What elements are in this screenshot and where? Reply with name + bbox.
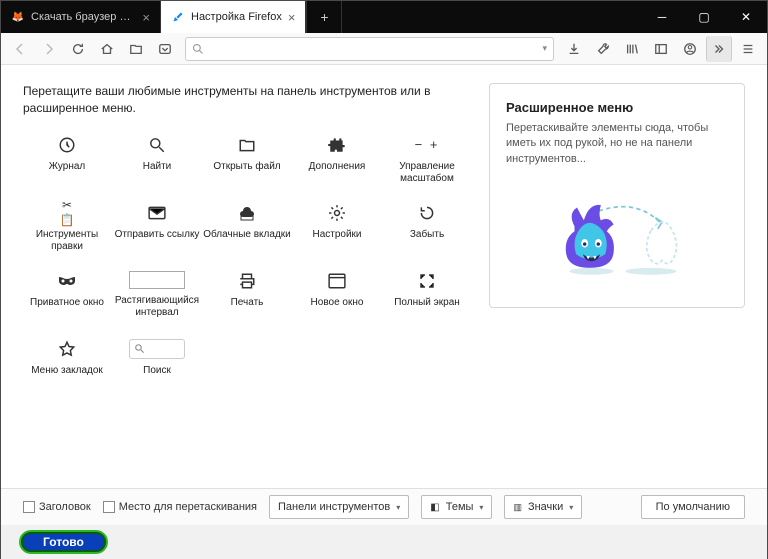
searchbox-icon [129,339,185,359]
minimize-button[interactable]: ─ [641,1,683,33]
tool-grid: Журнал Найти Открыть файл Дополнения − +… [23,135,471,389]
new-tab-button[interactable]: + [306,1,342,33]
account-button[interactable] [677,36,703,62]
firefox-icon: 🦊 [11,10,25,24]
navigation-toolbar: ▾ [1,33,767,65]
checkbox-icon [103,501,115,513]
close-icon[interactable]: × [142,10,150,25]
checkbox-icon [23,501,35,513]
tool-synced-tabs[interactable]: Облачные вкладки [203,203,291,253]
overflow-title: Расширенное меню [506,100,728,115]
overflow-description: Перетаскивайте элементы сюда, чтобы имет… [506,121,728,167]
title-bar-checkbox[interactable]: Заголовок [23,501,91,513]
downloads-button[interactable] [561,36,587,62]
url-bar[interactable]: ▾ [185,37,554,61]
toolbars-dropdown[interactable]: Панели инструментов▾ [269,495,409,519]
back-button[interactable] [7,36,33,62]
tool-private[interactable]: Приватное окно [23,271,111,321]
tool-send-link[interactable]: Отправить ссылку [113,203,201,253]
done-button[interactable]: Готово [19,530,108,554]
footer-done-row: Готово [1,525,767,559]
tool-settings[interactable]: Настройки [293,203,381,253]
restore-defaults-button[interactable]: По умолчанию [641,495,745,519]
instruction-text: Перетащите ваши любимые инструменты на п… [23,83,443,117]
overflow-button[interactable] [706,36,732,62]
puzzle-icon [327,135,347,155]
forget-icon [417,203,437,223]
brush-icon [171,10,185,24]
menu-button[interactable] [735,36,761,62]
devtools-button[interactable] [590,36,616,62]
tool-forget[interactable]: Забыть [383,203,471,253]
flex-space-icon [129,271,185,289]
clock-icon [57,135,77,155]
edit-tools-icon: ✂📋 [57,203,77,223]
gear-icon [327,203,347,223]
chevron-down-icon: ▾ [479,503,483,512]
drag-space-checkbox[interactable]: Место для перетаскивания [103,501,257,513]
tool-find[interactable]: Найти [113,135,201,185]
tool-print[interactable]: Печать [203,271,291,321]
tool-new-window[interactable]: Новое окно [293,271,381,321]
tool-zoom[interactable]: − +Управление масштабом [383,135,471,185]
tab-label: Скачать браузер Firefox для ко [31,11,136,23]
magnify-icon [147,135,167,155]
mail-icon [147,203,167,223]
chevron-down-icon: ▾ [569,503,573,512]
reload-button[interactable] [65,36,91,62]
library-button[interactable] [123,36,149,62]
star-icon [57,339,77,359]
window-icon [327,271,347,291]
tool-open-file[interactable]: Открыть файл [203,135,291,185]
pocket-button[interactable] [152,36,178,62]
customize-panel: Перетащите ваши любимые инструменты на п… [1,65,767,488]
title-bar: 🦊 Скачать браузер Firefox для ко × Настр… [1,1,767,33]
close-window-button[interactable]: ✕ [725,1,767,33]
zoom-icon: − + [417,135,437,155]
tool-edit[interactable]: ✂📋Инструменты правки [23,203,111,253]
home-button[interactable] [94,36,120,62]
chevron-down-icon[interactable]: ▾ [542,43,547,54]
tool-search[interactable]: Поиск [113,339,201,389]
forward-button[interactable] [36,36,62,62]
tool-addons[interactable]: Дополнения [293,135,381,185]
chevron-down-icon: ▾ [396,503,400,512]
tool-history[interactable]: Журнал [23,135,111,185]
tool-bookmarks-menu[interactable]: Меню закладок [23,339,111,389]
tool-flex-space[interactable]: Растягивающийся интервал [113,271,201,321]
density-icon: ▥ [513,502,522,513]
window-controls: ─ ▢ ✕ [641,1,767,33]
mask-icon [57,271,77,291]
tool-palette: Перетащите ваши любимые инструменты на п… [23,83,471,470]
overflow-illustration [506,179,728,299]
tab-download-firefox[interactable]: 🦊 Скачать браузер Firefox для ко × [1,1,161,33]
footer-bar: Заголовок Место для перетаскивания Панел… [1,488,767,558]
density-dropdown[interactable]: ▥Значки▾ [504,495,582,519]
search-icon [192,43,204,55]
fullscreen-icon [417,271,437,291]
print-icon [237,271,257,291]
overflow-panel[interactable]: Расширенное меню Перетаскивайте элементы… [489,83,745,308]
theme-icon: ◧ [430,502,439,513]
tab-label: Настройка Firefox [191,11,282,23]
themes-dropdown[interactable]: ◧Темы▾ [421,495,492,519]
tool-fullscreen[interactable]: Полный экран [383,271,471,321]
tab-customize-firefox[interactable]: Настройка Firefox × [161,1,306,33]
sidebar-button[interactable] [648,36,674,62]
footer-options-row: Заголовок Место для перетаскивания Панел… [1,489,767,525]
close-icon[interactable]: × [288,10,296,25]
cloud-tabs-icon [237,203,257,223]
maximize-button[interactable]: ▢ [683,1,725,33]
folder-icon [237,135,257,155]
library-books-button[interactable] [619,36,645,62]
tab-strip: 🦊 Скачать браузер Firefox для ко × Настр… [1,1,306,33]
